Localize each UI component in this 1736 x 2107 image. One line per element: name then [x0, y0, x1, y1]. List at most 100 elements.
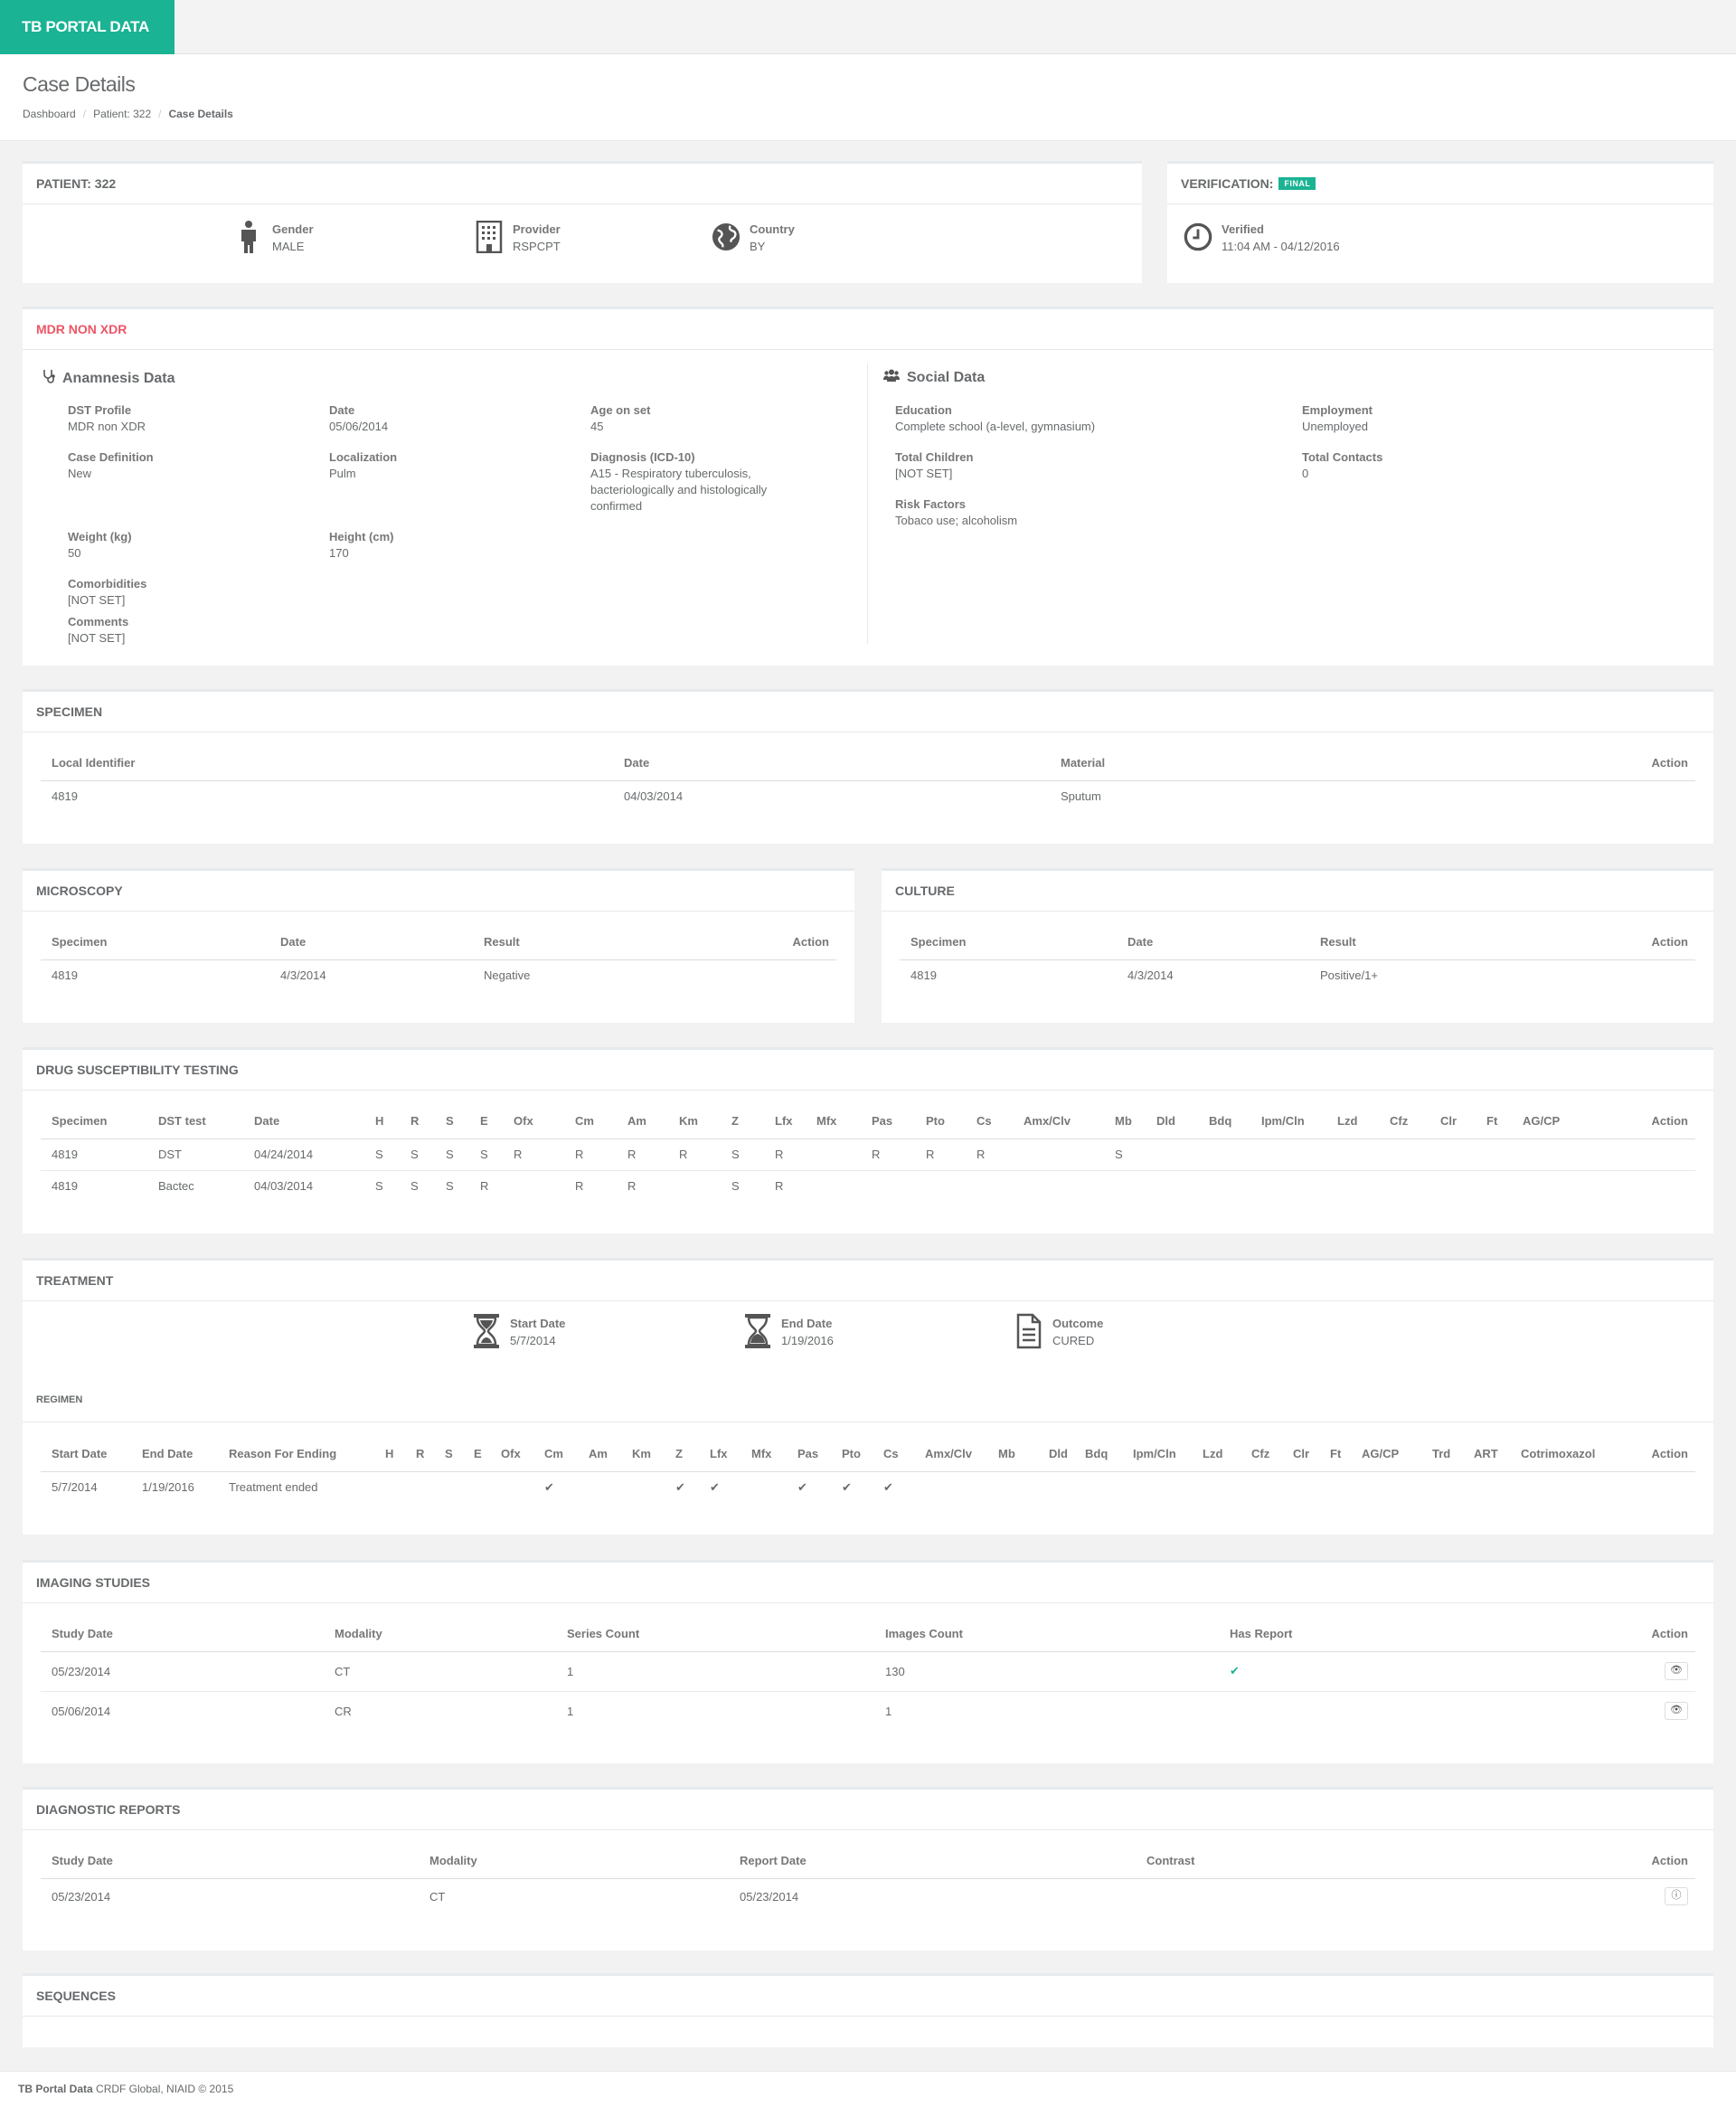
table-cell — [1326, 1170, 1379, 1202]
table-cell — [1104, 1170, 1146, 1202]
verification-label: VERIFICATION: — [1181, 176, 1274, 191]
table-cell — [1282, 1471, 1319, 1503]
table-cell — [1512, 1170, 1591, 1202]
culture-table: Specimen Date Result Action 4819 4/3/201… — [900, 925, 1695, 991]
table-cell: S — [469, 1139, 503, 1171]
cell-specimen: 4819 — [910, 968, 937, 983]
col-dst-test: DST test — [147, 1104, 243, 1139]
view-button[interactable]: 👁 — [1665, 1702, 1688, 1721]
table-cell: R — [775, 1179, 784, 1194]
col-date: Date — [1117, 925, 1309, 960]
col-dld: Dld — [1038, 1437, 1074, 1472]
col-mb: Mb — [987, 1437, 1038, 1472]
case-title: MDR NON XDR — [23, 309, 1713, 350]
table-cell: R — [575, 1179, 584, 1194]
field-localization: Localization Pulm — [329, 449, 573, 482]
col-ft: Ft — [1476, 1104, 1512, 1139]
table-cell: 5/7/2014 — [52, 1480, 98, 1495]
field-diagnosis: Diagnosis (ICD-10) A15 - Respiratory tube… — [590, 449, 807, 515]
col-action: Action — [1610, 746, 1695, 781]
col-local-identifier: Local Identifier — [41, 746, 613, 781]
col-cm: Cm — [533, 1437, 578, 1472]
breadcrumb-patient[interactable]: Patient: 322 — [93, 108, 151, 120]
cell-date: 4/3/2014 — [280, 968, 326, 983]
field-age: Age on set 45 — [590, 402, 835, 435]
comments-label: Comments — [68, 615, 129, 628]
cell-specimen: 4819 — [52, 968, 78, 983]
table-row[interactable]: 05/06/2014 CR 1 1 👁 — [41, 1691, 1695, 1731]
table-cell — [1241, 1471, 1282, 1503]
document-icon — [1014, 1313, 1043, 1349]
regimen-table: Start Date End Date Reason For Ending H R S E O… — [41, 1437, 1695, 1503]
table-cell: Bactec — [158, 1179, 194, 1194]
cell-series-count: 1 — [556, 1651, 874, 1692]
table-cell — [578, 1471, 621, 1503]
table-cell — [1122, 1471, 1192, 1503]
table-cell — [1512, 1139, 1591, 1171]
table-cell: R — [480, 1179, 489, 1194]
date-value: 05/06/2014 — [329, 420, 389, 433]
table-row[interactable]: 05/23/2014 CT 1 130 ✔ 👁 — [41, 1651, 1695, 1692]
field-education: Education Complete school (a-level, gymna… — [895, 402, 1293, 435]
status-badge: FINAL — [1278, 177, 1316, 190]
check-icon: ✔ — [842, 1479, 852, 1494]
age-value: 45 — [590, 420, 604, 433]
col-specimen: Specimen — [900, 925, 1117, 960]
col-end-date: End Date — [131, 1437, 218, 1472]
table-cell: S — [375, 1179, 383, 1194]
country-value: BY — [750, 240, 766, 253]
patient-title: PATIENT: 322 — [23, 164, 1142, 204]
column-divider — [867, 364, 868, 644]
table-cell — [503, 1170, 564, 1202]
table-cell — [1013, 1170, 1104, 1202]
table-cell — [1192, 1471, 1241, 1503]
employment-value: Unemployed — [1302, 420, 1368, 433]
table-cell: R — [564, 1139, 617, 1171]
col-specimen: Specimen — [41, 925, 269, 960]
end-date-label: End Date — [781, 1317, 833, 1330]
check-icon: ✔ — [797, 1479, 807, 1494]
col-km: Km — [668, 1104, 721, 1139]
comorbidities-value: [NOT SET] — [68, 593, 126, 607]
table-cell — [1476, 1170, 1512, 1202]
view-button[interactable]: 👁 — [1665, 1662, 1688, 1680]
breadcrumb-dashboard[interactable]: Dashboard — [23, 108, 76, 120]
table-row: 5/7/2014 1/19/2016 Treatment ended ✔ ✔ ✔ ✔ ✔ ✔ — [41, 1471, 1695, 1503]
brand-logo[interactable]: TB PORTAL DATA — [0, 0, 175, 54]
eye-icon: 👁 — [1670, 1665, 1683, 1676]
table-cell — [1250, 1170, 1326, 1202]
table-row[interactable]: 05/23/2014 CT 05/23/2014 ⓘ — [41, 1878, 1695, 1914]
table-row: 4819 4/3/2014 Positive/1+ — [900, 959, 1695, 991]
cell-modality: CT — [429, 1889, 446, 1904]
field-dst-profile: DST Profile MDR non XDR — [68, 402, 312, 435]
table-cell: S — [400, 1139, 435, 1171]
provider-stat: Provider RSPCPT — [475, 221, 561, 255]
col-ag-cp: AG/CP — [1512, 1104, 1591, 1139]
children-value: [NOT SET] — [895, 467, 953, 480]
info-icon: ⓘ — [1671, 1890, 1682, 1902]
col-e: E — [469, 1104, 503, 1139]
anamnesis-heading-label: Anamnesis Data — [62, 370, 175, 386]
col-mfx: Mfx — [741, 1437, 787, 1472]
check-icon: ✔ — [710, 1479, 720, 1494]
table-cell — [1591, 1170, 1695, 1202]
table-cell: Treatment ended — [229, 1480, 318, 1495]
col-h: H — [364, 1104, 400, 1139]
table-cell — [1250, 1139, 1326, 1171]
table-cell — [1632, 1471, 1695, 1503]
table-cell: S — [410, 1179, 419, 1194]
eye-icon: 👁 — [1670, 1705, 1683, 1716]
col-ag-cp: AG/CP — [1351, 1437, 1421, 1472]
info-button[interactable]: ⓘ — [1665, 1887, 1688, 1906]
localization-value: Pulm — [329, 467, 356, 480]
col-am: Am — [578, 1437, 621, 1472]
col-action: Action — [1591, 1104, 1695, 1139]
col-has-report: Has Report — [1219, 1617, 1580, 1652]
table-cell — [1198, 1170, 1250, 1202]
col-study-date: Study Date — [41, 1844, 419, 1879]
dst-profile-label: DST Profile — [68, 403, 132, 417]
col-bdq: Bdq — [1074, 1437, 1122, 1472]
col-ofx: Ofx — [490, 1437, 533, 1472]
table-cell: 4819 — [52, 1179, 78, 1194]
imaging-title: IMAGING STUDIES — [23, 1563, 1713, 1603]
